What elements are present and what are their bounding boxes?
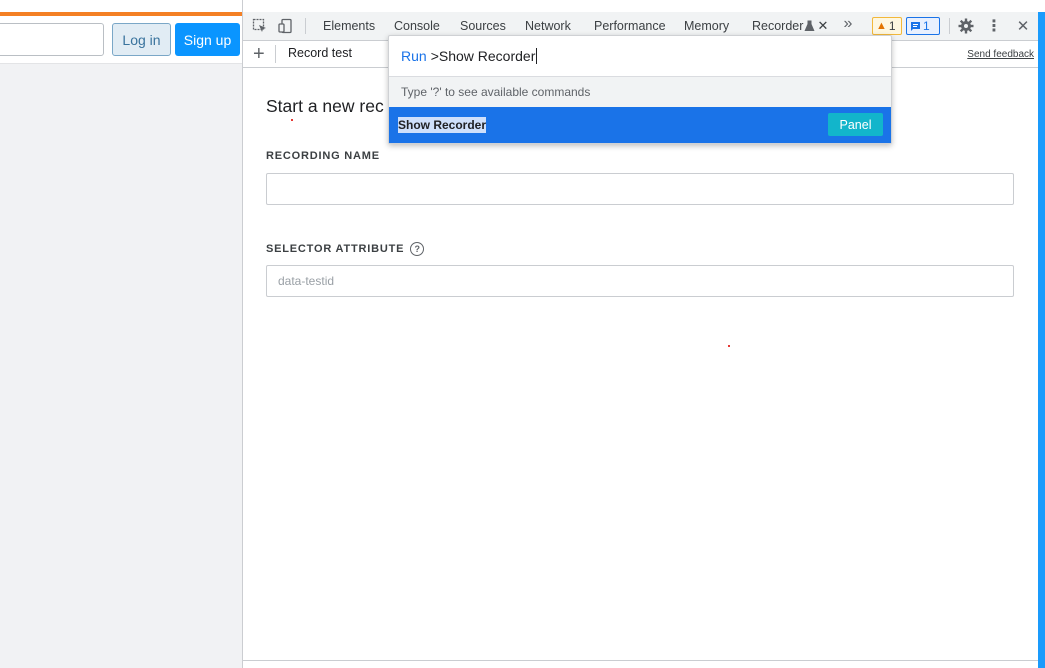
inspect-element-icon[interactable] (251, 17, 269, 35)
signup-button[interactable]: Sign up (175, 23, 240, 56)
tab-sources[interactable]: Sources (460, 19, 506, 33)
tab-elements[interactable]: Elements (323, 19, 375, 33)
command-item-badge: Panel (828, 113, 883, 136)
tab-performance[interactable]: Performance (594, 19, 666, 33)
close-devtools-icon[interactable]: ✕ (1014, 17, 1032, 35)
messages-badge[interactable]: 1 (906, 17, 940, 35)
site-top-bar (0, 12, 242, 16)
command-menu: Run >Show Recorder Type '?' to see avail… (388, 35, 892, 144)
more-tabs-icon[interactable]: » (839, 15, 857, 33)
warning-icon: ▲ (876, 20, 887, 32)
help-question-icon[interactable]: ? (410, 242, 425, 256)
window-edge (1038, 0, 1045, 668)
device-toolbar-icon[interactable] (277, 17, 295, 35)
settings-gear-icon[interactable] (957, 17, 975, 35)
command-item-label: Show Recorder (398, 117, 487, 133)
recorder-panel: Start a new rec RECORDING NAME SELECTOR … (243, 68, 1039, 668)
command-query: >Show Recorder (430, 48, 536, 64)
recording-name-input[interactable] (266, 173, 1014, 205)
more-options-kebab-icon[interactable]: ⋮ (985, 17, 1003, 35)
send-feedback-link[interactable]: Send feedback (967, 49, 1034, 60)
recording-select[interactable]: Record test (288, 46, 352, 60)
site-header: Log in Sign up (0, 0, 242, 64)
tab-memory[interactable]: Memory (684, 19, 729, 33)
command-item-show-recorder[interactable]: Show Recorder Panel (389, 107, 891, 143)
selector-attribute-input[interactable]: data-testid (266, 265, 1014, 297)
command-hint: Type '?' to see available commands (389, 77, 891, 107)
command-prefix: Run (401, 48, 427, 64)
message-icon (911, 21, 920, 31)
selector-attribute-label-row: SELECTOR ATTRIBUTE ? (266, 242, 425, 256)
tab-console[interactable]: Console (394, 19, 440, 33)
selector-attribute-label: SELECTOR ATTRIBUTE (266, 243, 405, 255)
site-search-input[interactable] (0, 23, 104, 56)
web-page: Log in Sign up (0, 0, 242, 668)
close-tab-icon[interactable]: ✕ (816, 17, 830, 35)
tab-recorder[interactable]: Recorder (752, 19, 803, 33)
recording-name-label: RECORDING NAME (266, 150, 380, 162)
login-button[interactable]: Log in (112, 23, 171, 56)
experiment-flask-icon (802, 17, 816, 35)
new-recording-plus-icon[interactable]: + (253, 44, 265, 64)
tab-network[interactable]: Network (525, 19, 571, 33)
text-caret (536, 48, 538, 64)
command-menu-input[interactable]: Run >Show Recorder (389, 36, 891, 77)
page-title: Start a new rec (266, 96, 384, 116)
warnings-badge[interactable]: ▲ 1 (872, 17, 902, 35)
